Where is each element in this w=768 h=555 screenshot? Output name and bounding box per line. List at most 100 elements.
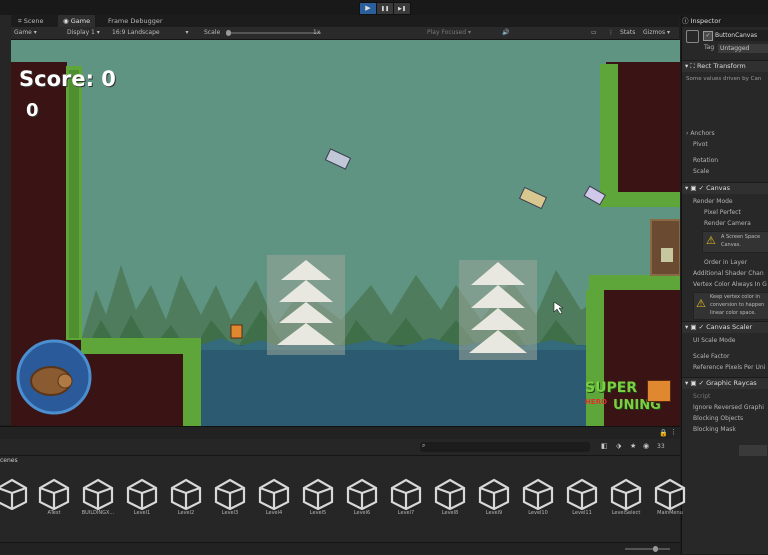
gizmos-dropdown[interactable]: Gizmos ▾ [643,27,670,39]
tab-game-label: Game [70,17,91,25]
counter-label: 0 [26,100,39,121]
info-icon: ⓘ [682,17,691,25]
rect-transform-header[interactable]: ▾ ⛶ Rect Transform [682,60,768,72]
unity-scene-icon [390,478,422,511]
lock-icon[interactable]: 🔒 [659,429,668,437]
icon-size-slider[interactable] [625,546,670,552]
tag-dropdown[interactable]: Untagged [718,44,768,53]
scene-asset[interactable]: Level1 [122,476,162,526]
blocking-mask-label: Blocking Mask [693,426,736,433]
scene-asset[interactable]: Level5 [298,476,338,526]
pause-icon: ❚❚ [380,6,390,12]
scene-asset-label: Level5 [309,510,327,516]
warning-text-2: Canvas. [721,242,741,248]
graphic-raycaster-label: Graphic Raycas [706,379,757,387]
scene-asset[interactable]: Level10 [518,476,558,526]
expand-arrow-icon: ▾ [685,62,689,70]
inspector-tab[interactable]: ⓘ Inspector [682,15,768,27]
scale-slider-handle[interactable] [226,30,231,36]
display-dropdown[interactable]: Display 1 ▾ [67,27,100,39]
scene-asset-label: Level9 [485,510,503,516]
scene-asset[interactable]: ATest [34,476,74,526]
scene-asset[interactable]: BUILDINGX... [78,476,118,526]
aspect-dropdown[interactable]: 16:9 Landscape ▾ [112,27,189,39]
unity-scene-icon [610,478,642,511]
tab-scene-label: Scene [23,17,44,25]
unity-scene-icon [522,478,554,511]
scene-asset-label: Level3 [221,510,239,516]
gameobject-icon [686,30,699,43]
play-button[interactable]: ▶ [359,2,377,15]
active-checkbox[interactable]: ✓ [703,31,713,41]
canvas-scaler-icon: ▣ [690,323,697,331]
add-component-button[interactable] [739,445,767,456]
rect-transform-icon: ⛶ [690,62,695,70]
warning-text-5: linear color space. [710,310,756,316]
scene-asset[interactable]: Level4 [254,476,294,526]
object-name-field[interactable]: ButtonCanvas [715,30,768,41]
display-mode-label: Game [14,29,32,36]
scale-slider[interactable] [226,30,321,36]
step-button[interactable]: ▶❚ [393,2,411,15]
display-mode-dropdown[interactable]: Game ▾ [14,27,37,39]
pivot-label: Pivot [693,141,708,148]
icon-size-slider-handle[interactable] [653,546,658,552]
more-icon[interactable]: ⋮ [670,428,677,436]
scene-asset[interactable]: Level6 [342,476,382,526]
scene-asset[interactable]: MainMenu [650,476,690,526]
unity-scene-icon [434,478,466,511]
tab-scene[interactable]: ⌗ Scene [13,15,49,27]
right-lower-grass-top [589,275,680,290]
tag-label: Tag [704,44,715,51]
graphic-raycaster-header[interactable]: ▾ ▣ ✓ Graphic Raycas [682,377,768,389]
stats-button[interactable]: Stats [620,27,635,39]
favorite-icon[interactable]: ★ [630,442,636,450]
tab-frame-debugger[interactable]: Frame Debugger [103,15,168,27]
anchors-label[interactable]: › Anchors [686,130,715,137]
eye-icon[interactable]: ◉ [643,442,649,450]
scene-asset-label: Level10 [528,510,548,516]
scene-asset[interactable]: Level7 [386,476,426,526]
project-toolbar: ⌕ ◧ ⬗ ★ ◉ 33 [0,439,680,456]
inspector-title: Inspector [690,17,721,25]
chevron-down-icon: ▾ [667,29,671,36]
frame-icon[interactable]: ▭ [591,27,597,39]
vertex-color-label: Vertex Color Always In G [693,281,767,288]
filter-type-icon[interactable]: ◧ [601,442,608,450]
game-viewport[interactable]: Score: 0 0 SUPER HERO UNING [11,40,680,426]
display-label: Display 1 [67,29,95,36]
scene-asset-label: BUILDINGX... [81,510,115,516]
canvas-icon: ▣ [690,184,697,192]
top-toolbar: ▶ ❚❚ ▶❚ [0,0,768,15]
scene-asset-label: Level6 [353,510,371,516]
ui-scale-mode-label: UI Scale Mode [693,337,736,344]
blocking-objects-label: Blocking Objects [693,415,744,422]
scene-asset[interactable]: Level9 [474,476,514,526]
warning-icon: ⚠ [706,234,716,247]
scene-asset[interactable] [0,476,32,526]
scene-asset[interactable]: Level11 [562,476,602,526]
filter-label-icon[interactable]: ⬗ [616,442,621,450]
more-icon[interactable]: ⋮ [608,27,614,39]
folder-breadcrumb: cenes [0,457,18,464]
chevron-down-icon: ▾ [467,29,471,36]
scene-asset[interactable]: Level3 [210,476,250,526]
scene-asset[interactable]: Level8 [430,476,470,526]
water [201,345,601,426]
scene-asset-label: MainMenu [657,510,683,516]
caged-character [661,248,673,262]
pause-button[interactable]: ❚❚ [376,2,394,15]
scene-asset[interactable]: Level2 [166,476,206,526]
scene-asset[interactable]: LevelSelect [606,476,646,526]
play-focused-dropdown[interactable]: Play Focused ▾ [427,27,471,39]
logo-line1: SUPER [585,380,638,396]
canvas-scaler-header[interactable]: ▾ ▣ ✓ Canvas Scaler [682,321,768,333]
tab-game[interactable]: ◉ Game [58,15,96,27]
expand-arrow-icon: ▾ [685,379,689,387]
unity-scene-icon [302,478,334,511]
mute-audio-icon[interactable]: 🔊 [502,27,509,39]
scale-label: Scale [204,29,221,36]
canvas-header[interactable]: ▾ ▣ ✓ Canvas [682,182,768,194]
scale-value: 1x [313,29,321,36]
project-search-input[interactable]: ⌕ [420,442,590,452]
